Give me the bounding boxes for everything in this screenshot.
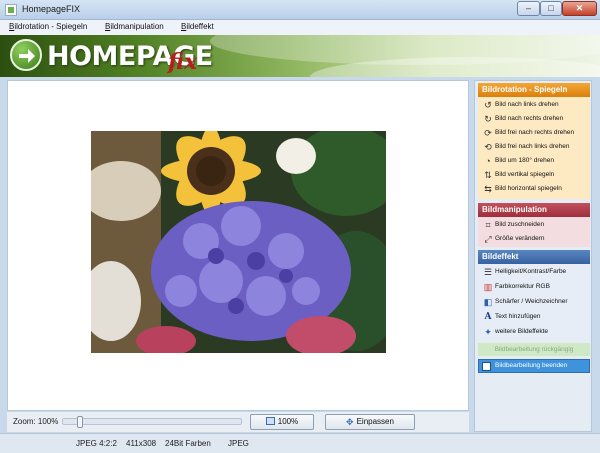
- window-title: HomepageFIX: [22, 4, 81, 14]
- flip-horizontal-icon: ⇆: [484, 184, 492, 194]
- title-bar: HomepageFIX – □ ✕: [0, 0, 600, 20]
- crop-icon: ⌗: [485, 220, 491, 230]
- minimize-button[interactable]: –: [517, 1, 540, 16]
- action-resize[interactable]: ⤢ Größe verändern: [481, 232, 589, 246]
- zoom-label: Zoom: 100%: [13, 417, 59, 426]
- text-icon: A: [484, 312, 492, 322]
- menu-bar: Bildrotation - Spiegeln Bildmanipulation…: [0, 20, 600, 35]
- fit-screen-icon: [265, 417, 275, 425]
- photo-preview: [91, 131, 386, 353]
- arrow-logo-icon: [10, 39, 42, 71]
- section-effects: ☰ Helligkeit/Kontrast/Farbe ▥ Farbkorrek…: [478, 264, 590, 340]
- action-rotate-180[interactable]: ◔ Bild um 180° drehen: [481, 154, 589, 168]
- action-free-rotate-left[interactable]: ⟲ Bild frei nach links drehen: [481, 140, 589, 154]
- brand-banner: HOMEPAGE fix: [0, 35, 600, 77]
- free-rotate-left-icon: ⟲: [484, 142, 492, 152]
- zoom-slider-thumb[interactable]: [77, 416, 83, 428]
- menu-manipulation[interactable]: Bildmanipulation: [105, 22, 164, 31]
- status-dimensions: 411x308: [126, 439, 157, 448]
- status-format: JPEG 4:2:2: [76, 439, 117, 448]
- status-bar: JPEG 4:2:2 411x308 24Bit Farben JPEG: [0, 433, 600, 453]
- app-icon: [5, 4, 17, 16]
- section-manipulation: ⌗ Bild zuschneiden ⤢ Größe verändern: [478, 217, 590, 247]
- action-more-effects[interactable]: ✦ weitere Bildeffekte: [481, 325, 589, 339]
- action-brightness[interactable]: ☰ Helligkeit/Kontrast/Farbe: [481, 265, 589, 279]
- maximize-button[interactable]: □: [540, 1, 562, 16]
- menu-rotation[interactable]: Bildrotation - Spiegeln: [9, 22, 87, 31]
- rotate-180-icon: ◔: [485, 156, 491, 166]
- section-effects-header[interactable]: Bildeffekt: [478, 250, 590, 264]
- finish-button[interactable]: Bildbearbeitung beenden: [478, 359, 590, 373]
- save-icon: [482, 362, 491, 371]
- zoom-slider[interactable]: [62, 416, 242, 428]
- free-rotate-right-icon: ⟳: [484, 128, 492, 138]
- action-flip-vertical[interactable]: ⇅ Bild vertikal spiegeln: [481, 168, 589, 182]
- fit-arrows-icon: ✥: [346, 417, 354, 427]
- resize-icon: ⤢: [484, 234, 492, 244]
- action-flip-horizontal[interactable]: ⇆ Bild horizontal spiegeln: [481, 182, 589, 196]
- brightness-icon: ☰: [483, 267, 493, 277]
- fit-button[interactable]: ✥ Einpassen: [325, 414, 415, 430]
- action-rgb[interactable]: ▥ Farbkorrektur RGB: [481, 280, 589, 294]
- zoom-100-button[interactable]: 100%: [250, 414, 314, 430]
- action-rotate-right[interactable]: ↻ Bild nach rechts drehen: [481, 112, 589, 126]
- effects-icon: ✦: [484, 327, 492, 337]
- rgb-icon: ▥: [483, 282, 493, 292]
- menu-effects[interactable]: Bildeffekt: [181, 22, 214, 31]
- action-sidebar: Bildrotation - Spiegeln ↺ Bild nach link…: [474, 80, 592, 432]
- action-rotate-left[interactable]: ↺ Bild nach links drehen: [481, 98, 589, 112]
- section-rotation: ↺ Bild nach links drehen ↻ Bild nach rec…: [478, 97, 590, 199]
- status-type: JPEG: [228, 439, 249, 448]
- status-colors: 24Bit Farben: [165, 439, 211, 448]
- flip-vertical-icon: ⇅: [484, 170, 492, 180]
- section-manipulation-header[interactable]: Bildmanipulation: [478, 203, 590, 217]
- action-free-rotate-right[interactable]: ⟳ Bild frei nach rechts drehen: [481, 126, 589, 140]
- rotate-left-icon: ↺: [484, 100, 492, 110]
- undo-button[interactable]: Bildbearbeitung rückgängig: [478, 343, 590, 356]
- action-add-text[interactable]: A Text hinzufügen: [481, 310, 589, 324]
- action-crop[interactable]: ⌗ Bild zuschneiden: [481, 218, 589, 232]
- close-button[interactable]: ✕: [562, 1, 597, 16]
- sharpen-icon: ◧: [483, 297, 493, 307]
- section-rotation-header[interactable]: Bildrotation - Spiegeln: [478, 83, 590, 97]
- rotate-right-icon: ↻: [484, 114, 492, 124]
- zoom-bar: Zoom: 100% 100% ✥ Einpassen: [7, 412, 469, 432]
- action-sharpen[interactable]: ◧ Schärfer / Weichzeichner: [481, 295, 589, 309]
- logo-fix: fix: [168, 49, 198, 75]
